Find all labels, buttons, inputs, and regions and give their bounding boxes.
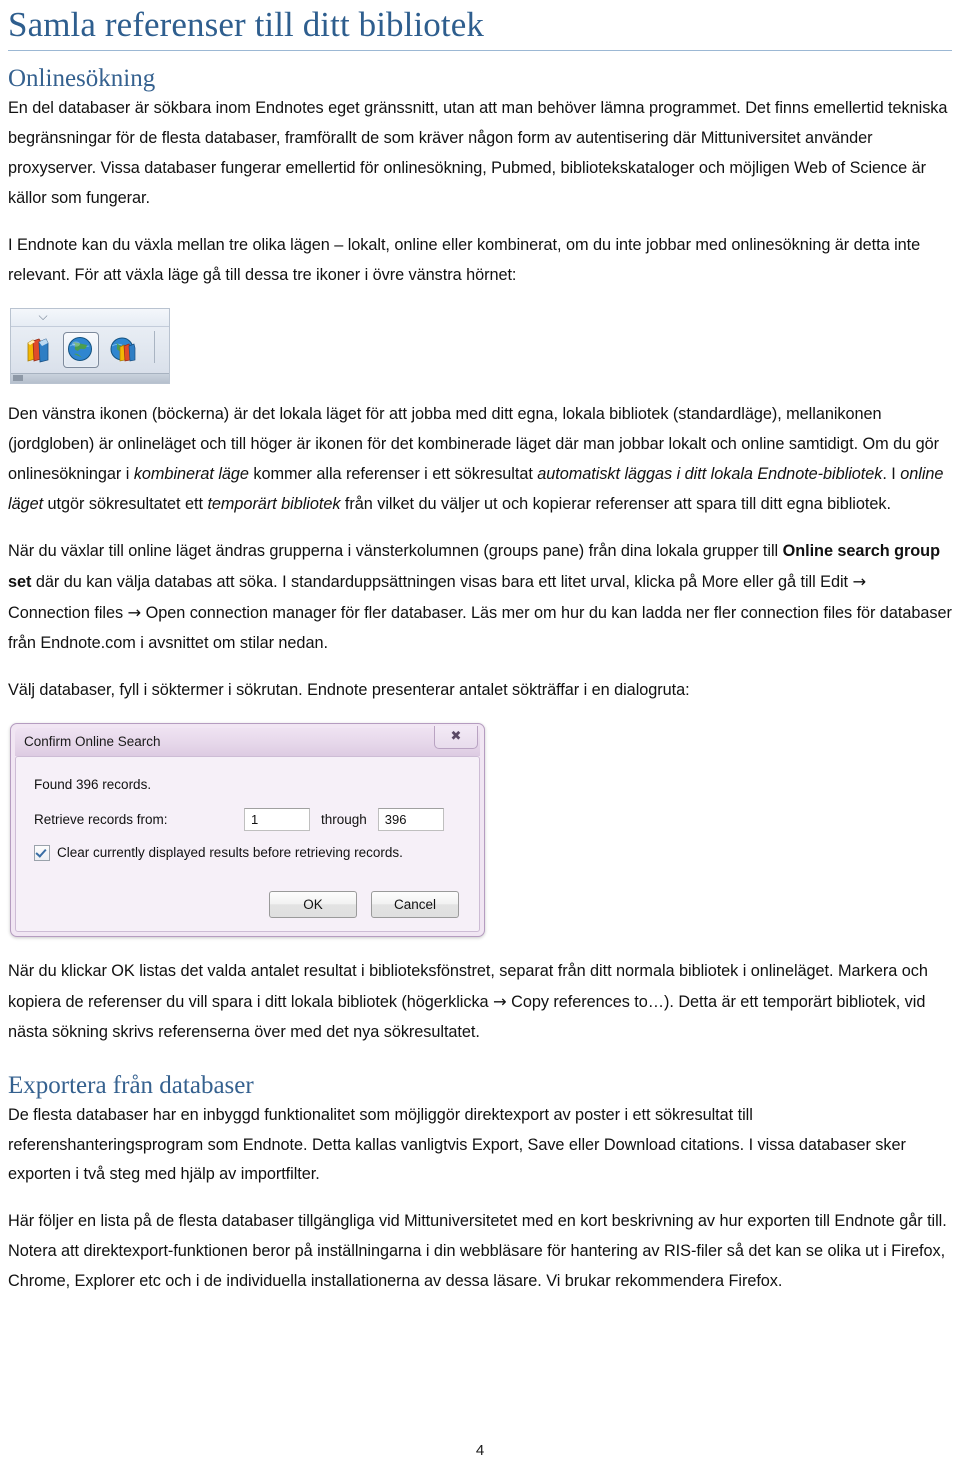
paragraph-choose-databases: Välj databaser, fyll i söktermer i sökru… — [8, 680, 690, 699]
arrow-icon: → — [852, 571, 867, 591]
page-content: Samla referenser till ditt bibliotek Onl… — [0, 0, 960, 1297]
clear-results-checkbox[interactable] — [34, 844, 50, 861]
retrieve-records-label: Retrieve records from: — [34, 811, 168, 827]
dialog-body: Found 396 records. Retrieve records from… — [15, 755, 480, 932]
paragraph-online-search-intro: En del databaser är sökbara inom Endnote… — [8, 98, 948, 207]
text-run: utgör sökresultatet ett — [43, 494, 208, 513]
dialog-title: Confirm Online Search — [24, 734, 161, 750]
text-run: . I — [882, 464, 901, 483]
page-number: 4 — [475, 1442, 485, 1459]
cancel-button[interactable]: Cancel — [371, 890, 459, 918]
close-icon[interactable]: ✖ — [434, 725, 478, 749]
text-run: kommer alla referenser i ett sökresultat — [248, 464, 538, 483]
title-divider — [8, 49, 952, 51]
range-to-input[interactable]: 396 — [377, 807, 444, 831]
section-heading-online-search: Onlinesökning — [8, 64, 156, 92]
confirm-online-search-dialog: Confirm Online Search ✖ Found 396 record… — [10, 722, 485, 937]
paragraph-after-ok: När du klickar OK listas det valda antal… — [8, 957, 952, 1048]
found-records-text: Found 396 records. — [34, 776, 152, 792]
online-mode-globe-icon[interactable] — [63, 331, 99, 368]
paragraph-three-modes: I Endnote kan du växla mellan tre olika … — [8, 235, 921, 284]
toolbar-chevron-icon: ⌵ — [38, 308, 48, 323]
clear-results-checkbox-row[interactable]: Clear currently displayed results before… — [34, 844, 465, 861]
paragraph-export-list-note: Här följer en lista på de flesta databas… — [8, 1212, 947, 1291]
emphasis-temporart-bibliotek: temporärt bibliotek — [207, 494, 341, 513]
text-run: Open connection manager för fler databas… — [8, 603, 952, 652]
arrow-icon: → — [493, 991, 507, 1011]
local-mode-books-icon[interactable] — [21, 333, 55, 367]
page-title: Samla referenser till ditt bibliotek — [8, 5, 484, 44]
integrated-mode-globe-books-icon[interactable] — [107, 333, 141, 367]
document-page: Samla referenser till ditt bibliotek Onl… — [0, 0, 960, 1479]
text-run: från vilket du väljer ut och kopierar re… — [340, 494, 891, 513]
dialog-title-bar: Confirm Online Search ✖ — [15, 725, 480, 756]
retrieve-range-row: Retrieve records from: 1 through 396 — [34, 807, 465, 831]
ok-button[interactable]: OK — [269, 890, 357, 918]
paragraph-export-intro: De flesta databaser har en inbyggd funkt… — [8, 1105, 906, 1184]
range-from-input[interactable]: 1 — [244, 807, 310, 831]
dialog-button-row: OK Cancel — [30, 890, 465, 918]
paragraph-online-search-group-set: När du växlar till online läget ändras g… — [8, 537, 952, 659]
toolbar-top-strip: ⌵ — [11, 308, 169, 327]
arrow-icon: → — [127, 602, 142, 622]
through-label: through — [321, 811, 367, 827]
section-heading-export: Exportera från databaser — [8, 1071, 254, 1099]
text-run: Connection files — [8, 603, 128, 622]
toolbar-bottom-bar — [11, 372, 169, 383]
toolbar-separator — [154, 330, 155, 363]
emphasis-kombinerat-lage: kombinerat läge — [133, 464, 249, 483]
text-run: där du kan välja databas att söka. I sta… — [31, 572, 853, 591]
text-run: När du växlar till online läget ändras g… — [8, 541, 783, 560]
emphasis-automatiskt-laggas: automatiskt läggas i ditt lokala Endnote… — [537, 464, 883, 483]
endnote-toolbar-screenshot: ⌵ — [10, 307, 170, 384]
paragraph-mode-explanation: Den vänstra ikonen (böckerna) är det lok… — [8, 400, 952, 520]
toolbar-icon-group — [11, 327, 169, 373]
clear-results-label: Clear currently displayed results before… — [57, 845, 403, 861]
